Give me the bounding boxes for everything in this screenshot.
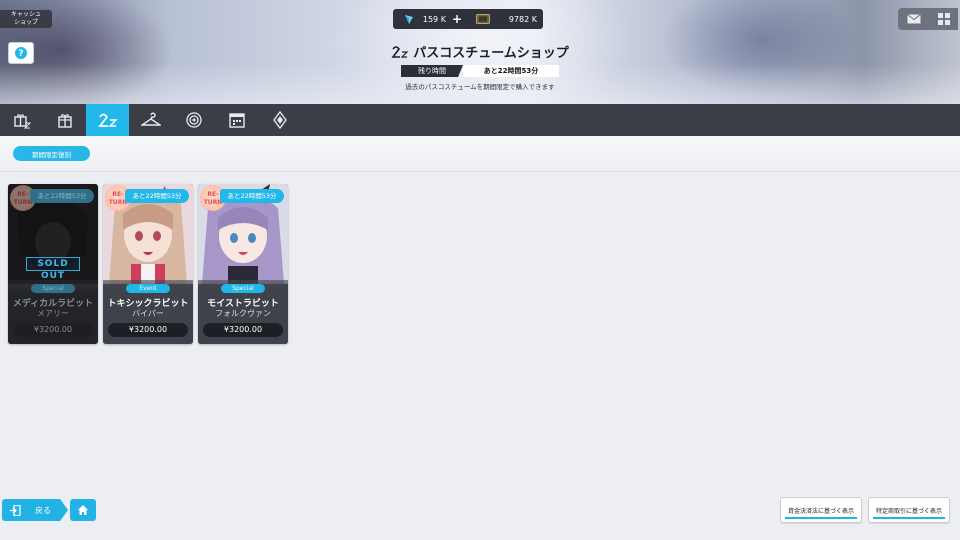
costume-card[interactable]: RE- TURN あと22時間53分 SOLD OUT Special メディカ… <box>8 184 98 344</box>
card-tag: Special <box>221 284 265 293</box>
shop-tab-bar <box>0 104 960 136</box>
shop-timer-value: あと22時間53分 <box>463 65 559 77</box>
target-icon <box>185 112 202 128</box>
filter-bar: 期間限定復刻 <box>0 136 960 172</box>
card-timer: あと22時間53分 <box>220 189 284 203</box>
limited-revival-chip[interactable]: 期間限定復刻 <box>13 146 90 161</box>
tab-costume[interactable] <box>129 104 172 136</box>
character-name: メアリー <box>37 309 69 318</box>
costume-card[interactable]: RE- TURN あと22時間53分 Special モイストラビット フォルク… <box>198 184 288 344</box>
home-button[interactable] <box>70 499 96 521</box>
tab-present[interactable] <box>43 104 86 136</box>
currency-primary-value: 159 K <box>422 14 446 24</box>
gift-box-icon <box>13 114 31 129</box>
home-icon <box>78 505 88 515</box>
tab-target[interactable] <box>172 104 215 136</box>
tab-calendar[interactable] <box>215 104 258 136</box>
shop-timer-label: 残り時間 <box>401 65 463 77</box>
diamond-icon <box>272 111 287 129</box>
back-label: 戻る <box>35 505 51 515</box>
present-icon <box>57 114 72 128</box>
back-button[interactable]: 戻る <box>2 499 68 521</box>
cash-shop-tag: キャッシュ ショップ <box>0 10 52 28</box>
price-label: ¥3200.00 <box>203 323 283 337</box>
sold-out-label: SOLD OUT <box>26 257 80 281</box>
ticket-icon <box>476 14 490 24</box>
page-title-text: パスコスチュームショップ <box>413 46 569 61</box>
top-right-menu <box>898 8 958 30</box>
help-icon: ? <box>15 47 27 59</box>
price-label: ¥3200.00 <box>108 323 188 337</box>
card-tag: Special <box>31 284 75 293</box>
shop-timer: 残り時間 あと22時間53分 <box>401 65 559 77</box>
commercial-transactions-act-label: 特定商取引に基づく表示 <box>875 507 942 515</box>
tab-pass-costume[interactable] <box>86 104 129 136</box>
costume-card[interactable]: RE- TURN あと22時間53分 Event トキシックラビット バイパー … <box>103 184 193 344</box>
shop-title-block: パスコスチュームショップ 残り時間 あと22時間53分 過去のパスコスチュームを… <box>380 42 580 91</box>
character-name: フォルクヴァン <box>215 309 271 318</box>
shop-subtitle: 過去のパスコスチュームを期間限定で購入できます <box>405 83 555 91</box>
currency-secondary-value: 9782 K <box>508 14 537 24</box>
pass-costume-icon <box>97 113 118 127</box>
commercial-transactions-act-button[interactable]: 特定商取引に基づく表示 <box>868 497 950 523</box>
costume-card-list: RE- TURN あと22時間53分 SOLD OUT Special メディカ… <box>8 184 288 344</box>
cash-shop-label: キャッシュ ショップ <box>10 11 41 26</box>
page-title: パスコスチュームショップ <box>380 42 580 61</box>
character-name: バイパー <box>132 309 164 318</box>
hanger-icon <box>140 112 161 126</box>
pass-costume-icon <box>391 45 409 58</box>
currency-bar: 159 K + 9782 K <box>393 9 543 29</box>
card-timer: あと22時間53分 <box>30 189 94 203</box>
payment-services-act-button[interactable]: 資金決済法に基づく表示 <box>780 497 862 523</box>
price-label: ¥3200.00 <box>13 323 93 337</box>
blue-gem-icon <box>405 15 413 24</box>
help-button[interactable]: ? <box>8 42 34 64</box>
currency-primary[interactable]: 159 K + <box>393 9 468 29</box>
currency-secondary: 9782 K <box>468 9 543 29</box>
mail-icon[interactable] <box>906 14 921 24</box>
tab-diamond[interactable] <box>258 104 301 136</box>
payment-services-act-label: 資金決済法に基づく表示 <box>787 507 854 515</box>
svg-text:?: ? <box>18 49 23 59</box>
grid-menu-icon[interactable] <box>937 13 950 25</box>
add-currency-icon[interactable]: + <box>452 12 462 26</box>
card-timer: あと22時間53分 <box>125 189 189 203</box>
calendar-icon <box>228 113 245 128</box>
card-tag: Event <box>126 284 170 293</box>
tab-gift-box[interactable] <box>0 104 43 136</box>
exit-icon <box>10 504 21 516</box>
